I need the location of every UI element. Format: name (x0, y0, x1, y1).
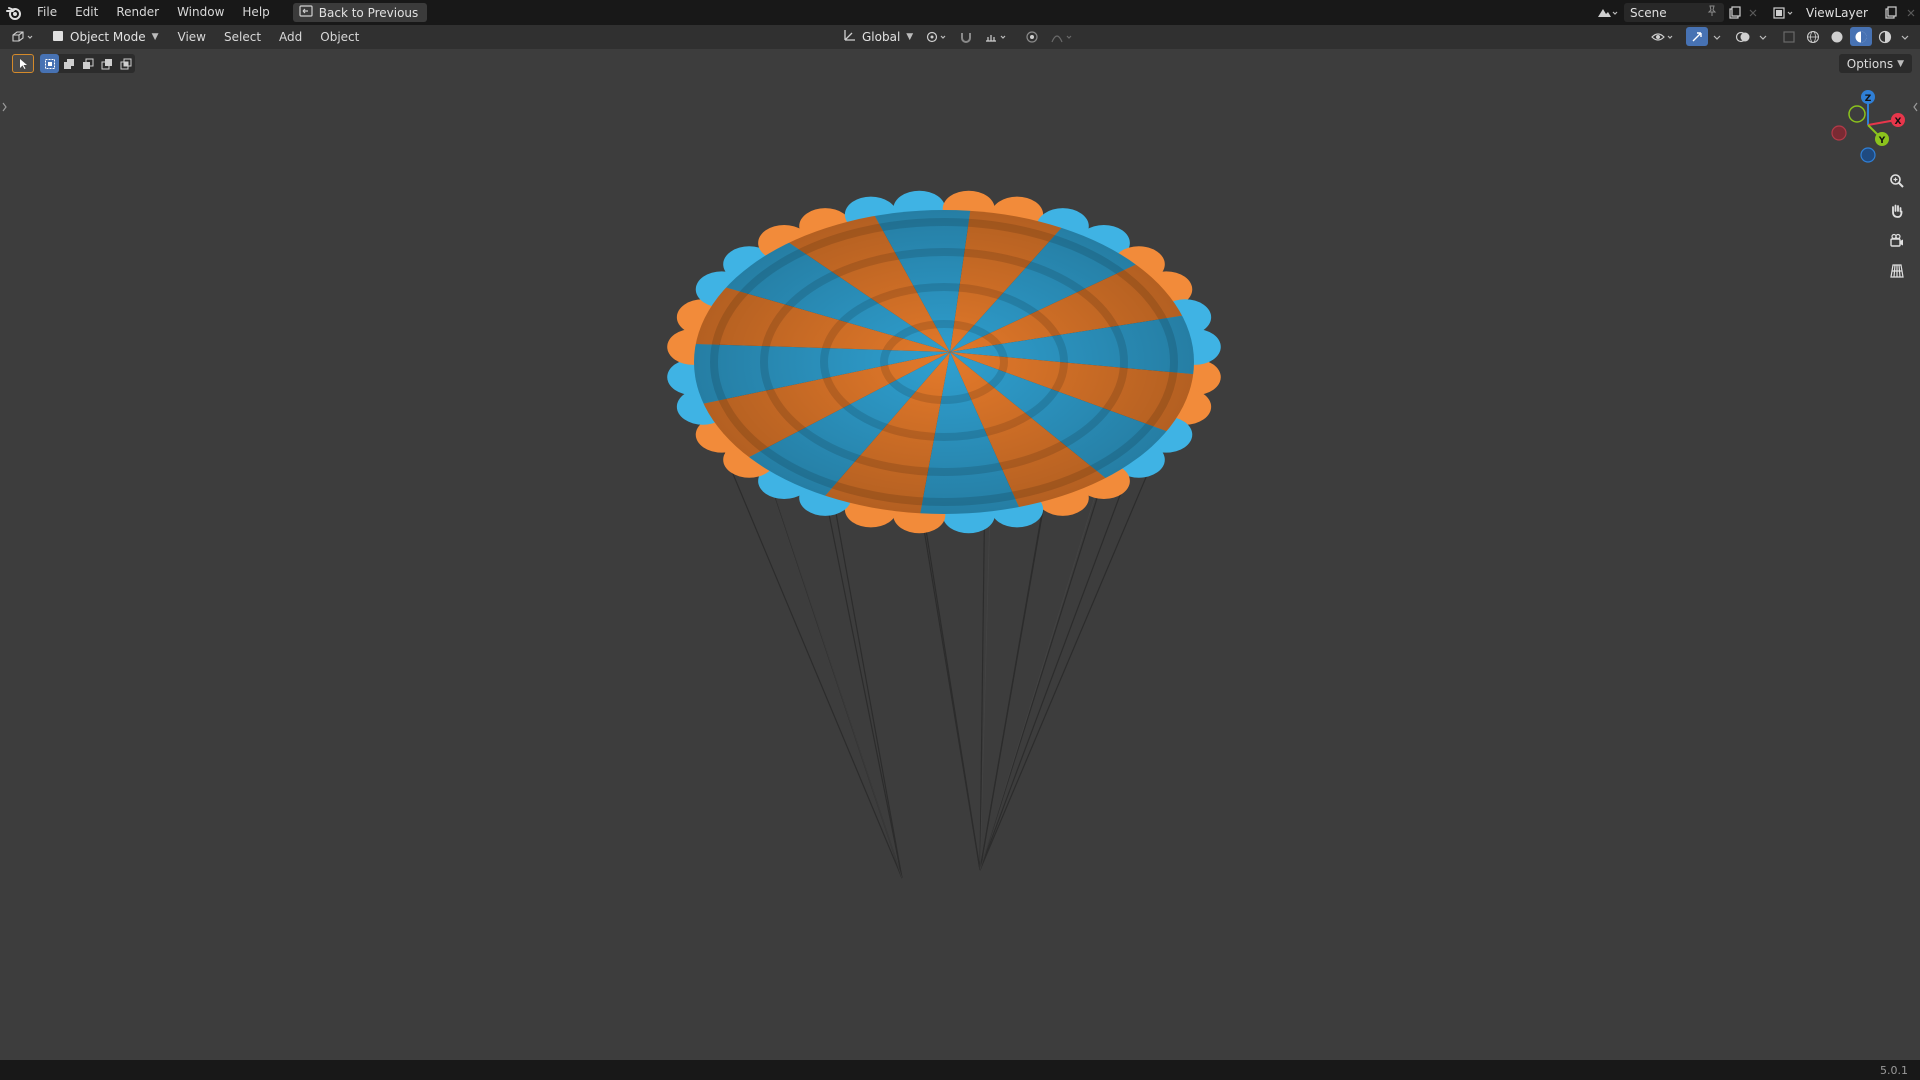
selection-new-icon[interactable] (40, 54, 59, 73)
gizmo-y-label: Y (1878, 136, 1886, 146)
falloff-icon[interactable] (1047, 27, 1077, 46)
chevron-down-icon: ▼ (151, 32, 159, 42)
menu-window[interactable]: Window (168, 0, 233, 25)
toolbar-expand-icon[interactable] (2, 102, 7, 112)
editor-type-icon[interactable] (8, 28, 38, 47)
menu-select[interactable]: Select (215, 25, 270, 49)
view-layer-field[interactable]: ViewLayer (1800, 3, 1880, 22)
selection-invert-icon[interactable] (97, 54, 116, 73)
scene-name: Scene (1630, 5, 1667, 20)
gizmo-toggle-icon[interactable] (1686, 27, 1708, 46)
orientation-icon (842, 28, 856, 45)
selection-subtract-icon[interactable] (78, 54, 97, 73)
viewport-header: Object Mode ▼ View Select Add Object Glo… (0, 25, 1920, 49)
view-layer-name: ViewLayer (1806, 5, 1868, 20)
pin-icon[interactable] (1706, 5, 1718, 20)
chevron-down-icon: ▼ (906, 31, 914, 42)
version-label: 5.0.1 (1880, 1063, 1908, 1077)
transform-controls: Global ▼ (838, 27, 1077, 46)
status-bar: 5.0.1 (0, 1060, 1920, 1080)
snap-target-icon[interactable] (981, 27, 1011, 46)
xray-toggle-icon[interactable] (1778, 27, 1800, 46)
viewport-canvas: Z X Y (2, 90, 1918, 879)
gizmo-x-label: X (1895, 117, 1902, 127)
overlays-dropdown-icon[interactable] (1756, 27, 1770, 46)
select-tool-icon[interactable] (12, 54, 34, 73)
object-mode-icon (52, 30, 64, 45)
shading-rendered-icon[interactable] (1874, 27, 1896, 46)
gizmo-dropdown-icon[interactable] (1710, 27, 1724, 46)
menu-render[interactable]: Render (107, 0, 168, 25)
visibility-icon[interactable] (1648, 27, 1678, 46)
perspective-toggle-icon[interactable] (1884, 258, 1910, 284)
gizmo-z-label: Z (1865, 94, 1872, 104)
top-bar: File Edit Render Window Help Back to Pre… (0, 0, 1920, 25)
menu-help[interactable]: Help (233, 0, 278, 25)
back-to-previous-button[interactable]: Back to Previous (292, 3, 428, 22)
chevron-down-icon: ▼ (1897, 58, 1904, 69)
scene-selector-icon[interactable] (1592, 3, 1622, 22)
zoom-icon[interactable] (1884, 168, 1910, 194)
overlays-toggle-icon[interactable] (1732, 27, 1754, 46)
pivot-point-icon[interactable] (921, 27, 951, 46)
sidebar-expand-icon[interactable] (1913, 102, 1918, 112)
back-icon (299, 5, 313, 20)
delete-scene-icon[interactable] (1746, 3, 1760, 22)
menu-add[interactable]: Add (270, 25, 311, 49)
transform-orientation-label: Global (862, 29, 901, 44)
selection-mode-group (40, 54, 135, 73)
gizmo-neg-y-icon[interactable] (1848, 105, 1866, 123)
object-mode-label: Object Mode (70, 30, 146, 44)
transform-orientation-dropdown[interactable]: Global ▼ (838, 27, 917, 46)
blender-logo-icon[interactable] (0, 0, 28, 25)
new-scene-icon[interactable] (1724, 3, 1746, 22)
back-to-previous-label: Back to Previous (318, 5, 419, 20)
menu-edit[interactable]: Edit (66, 0, 107, 25)
view-layer-selector-icon[interactable] (1768, 3, 1798, 22)
scene-name-field[interactable]: Scene (1624, 3, 1724, 22)
topbar-right: Scene ViewLayer (1592, 0, 1920, 25)
camera-view-icon[interactable] (1884, 228, 1910, 254)
selection-intersect-icon[interactable] (116, 54, 135, 73)
menu-view[interactable]: View (169, 25, 215, 49)
gizmo-neg-x-icon[interactable] (1831, 125, 1847, 141)
new-view-layer-icon[interactable] (1880, 3, 1902, 22)
tool-selector-row (12, 54, 135, 73)
shading-solid-icon[interactable] (1826, 27, 1848, 46)
menu-object[interactable]: Object (311, 25, 368, 49)
menu-file[interactable]: File (28, 0, 66, 25)
proportional-editing-icon[interactable] (1021, 27, 1043, 46)
pan-hand-icon[interactable] (1884, 198, 1910, 224)
parachute-canopy (667, 190, 1221, 534)
options-label: Options (1846, 56, 1894, 71)
shading-wireframe-icon[interactable] (1802, 27, 1824, 46)
snap-toggle-icon[interactable] (955, 27, 977, 46)
shading-dropdown-icon[interactable] (1898, 27, 1912, 46)
3d-viewport[interactable]: Z X Y (0, 49, 1920, 1060)
parachute-object[interactable] (596, 150, 1293, 879)
shading-material-icon[interactable] (1850, 27, 1872, 46)
navigation-gizmo[interactable]: Z X Y (1831, 90, 1905, 163)
shading-controls (1648, 27, 1912, 46)
delete-view-layer-icon[interactable] (1902, 3, 1920, 22)
object-mode-dropdown[interactable]: Object Mode ▼ (46, 28, 165, 47)
options-dropdown[interactable]: Options ▼ (1838, 54, 1912, 73)
selection-extend-icon[interactable] (59, 54, 78, 73)
gizmo-neg-z-icon[interactable] (1860, 147, 1876, 163)
